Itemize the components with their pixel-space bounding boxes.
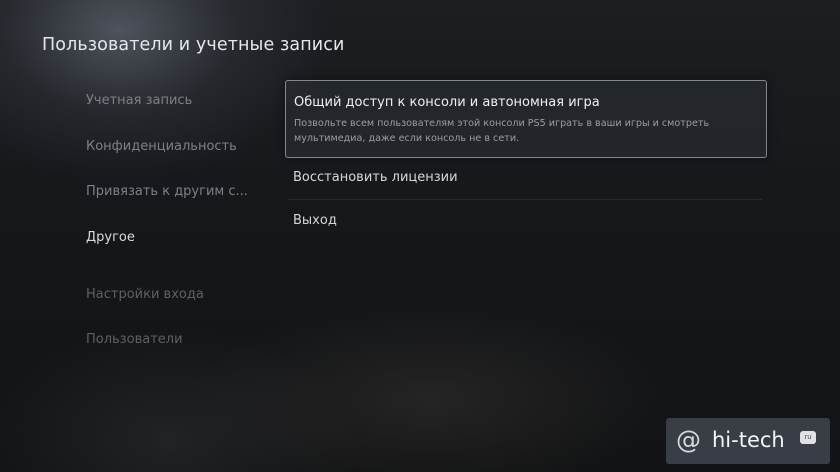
watermark-text: hi-tech — [712, 428, 785, 452]
sidebar-nav: Учетная запись Конфиденциальность Привяз… — [86, 0, 266, 472]
at-icon: @ — [676, 425, 701, 454]
sidebar-item-account[interactable]: Учетная запись — [86, 93, 192, 108]
divider — [288, 199, 762, 200]
hi-tech-watermark: @ hi-tech ru — [666, 418, 830, 464]
option-description: Позвольте всем пользователям этой консол… — [294, 118, 710, 144]
watermark-badge: ru — [800, 431, 816, 444]
sidebar-item-link-services[interactable]: Привязать к другим с... — [86, 184, 248, 199]
sidebar-item-other[interactable]: Другое — [86, 230, 135, 245]
restore-licenses-option[interactable]: Восстановить лицензии — [293, 170, 458, 185]
console-sharing-offline-play-option[interactable]: Общий доступ к консоли и автономная игра… — [285, 80, 767, 158]
option-title: Общий доступ к консоли и автономная игра — [294, 95, 600, 110]
sidebar-item-login-settings[interactable]: Настройки входа — [86, 287, 204, 302]
sidebar-item-users[interactable]: Пользователи — [86, 332, 183, 347]
sidebar-item-privacy[interactable]: Конфиденциальность — [86, 139, 237, 154]
sign-out-option[interactable]: Выход — [293, 213, 337, 228]
